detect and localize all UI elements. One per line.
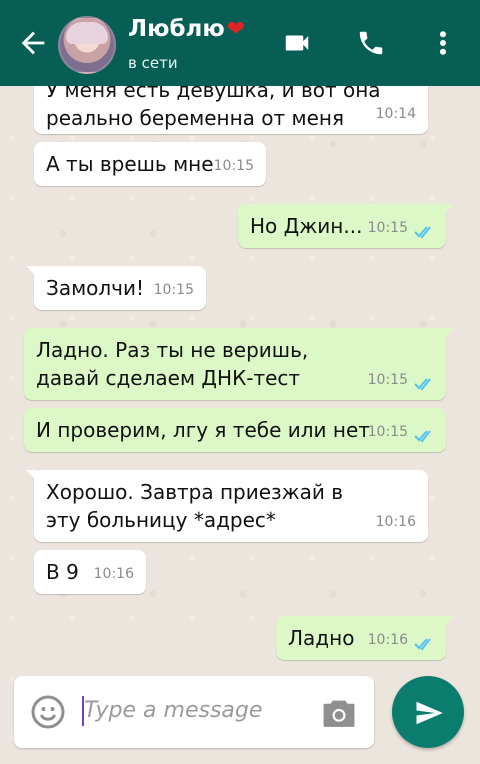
message-incoming[interactable]: У меня есть девушка, и вот она реально б… (34, 86, 428, 134)
message-time: 10:16 (367, 632, 408, 648)
contact-name-text: Люблю (128, 16, 225, 42)
message-time: 10:15 (367, 424, 408, 440)
emoji-icon[interactable] (30, 694, 66, 730)
read-receipt-icon (414, 638, 431, 651)
message-incoming[interactable]: Хорошо. Завтра приезжай в эту больницу *… (26, 470, 428, 542)
message-time: 10:14 (375, 106, 416, 122)
message-input[interactable]: Type a message (84, 698, 262, 723)
message-outgoing[interactable]: Но Джин... 10:15 (238, 204, 454, 248)
message-text: Хорошо. Завтра приезжай в эту больницу *… (46, 480, 344, 532)
read-receipt-icon (414, 430, 431, 443)
read-receipt-icon (414, 378, 431, 391)
message-text: Но Джин... (250, 214, 363, 238)
message-text: У меня есть девушка, и вот она реально б… (46, 86, 381, 130)
send-button[interactable] (392, 676, 464, 748)
contact-name[interactable]: Люблю❤ (128, 16, 245, 42)
video-camera-icon[interactable] (282, 28, 312, 58)
contact-avatar[interactable] (58, 16, 116, 74)
camera-icon[interactable] (320, 696, 358, 730)
message-text: В 9 (46, 560, 79, 584)
chat-header: Люблю❤ в сети (0, 0, 480, 86)
phone-icon[interactable] (356, 28, 386, 58)
message-list[interactable]: У меня есть девушка, и вот она реально б… (0, 86, 480, 668)
message-text: Ладно (288, 626, 355, 650)
contact-status: в сети (128, 54, 178, 72)
message-time: 10:15 (153, 282, 194, 298)
message-text: Ладно. Раз ты не веришь, давай сделаем Д… (36, 338, 309, 390)
message-time: 10:15 (213, 158, 254, 174)
message-time: 10:16 (375, 514, 416, 530)
message-time: 10:15 (367, 220, 408, 236)
arrow-left-icon[interactable] (16, 26, 50, 60)
message-text: А ты врешь мне (46, 152, 214, 176)
read-receipt-icon (414, 226, 431, 239)
message-incoming[interactable]: А ты врешь мне 10:15 (34, 142, 266, 186)
message-incoming[interactable]: В 9 10:16 (34, 550, 146, 594)
message-text: Замолчи! (46, 276, 145, 300)
message-outgoing[interactable]: И проверим, лгу я тебе или нет 10:15 (24, 408, 446, 452)
message-outgoing[interactable]: Ладно. Раз ты не веришь, давай сделаем Д… (24, 328, 454, 400)
message-text: И проверим, лгу я тебе или нет (36, 418, 370, 442)
message-time: 10:15 (367, 372, 408, 388)
send-icon (416, 701, 443, 725)
message-time: 10:16 (93, 566, 134, 582)
heart-emoji: ❤ (226, 17, 246, 42)
message-incoming[interactable]: Замолчи! 10:15 (26, 266, 206, 310)
message-composer: Type a message (14, 676, 374, 748)
more-vert-icon[interactable] (434, 28, 452, 58)
message-outgoing[interactable]: Ладно 10:16 (276, 616, 454, 660)
